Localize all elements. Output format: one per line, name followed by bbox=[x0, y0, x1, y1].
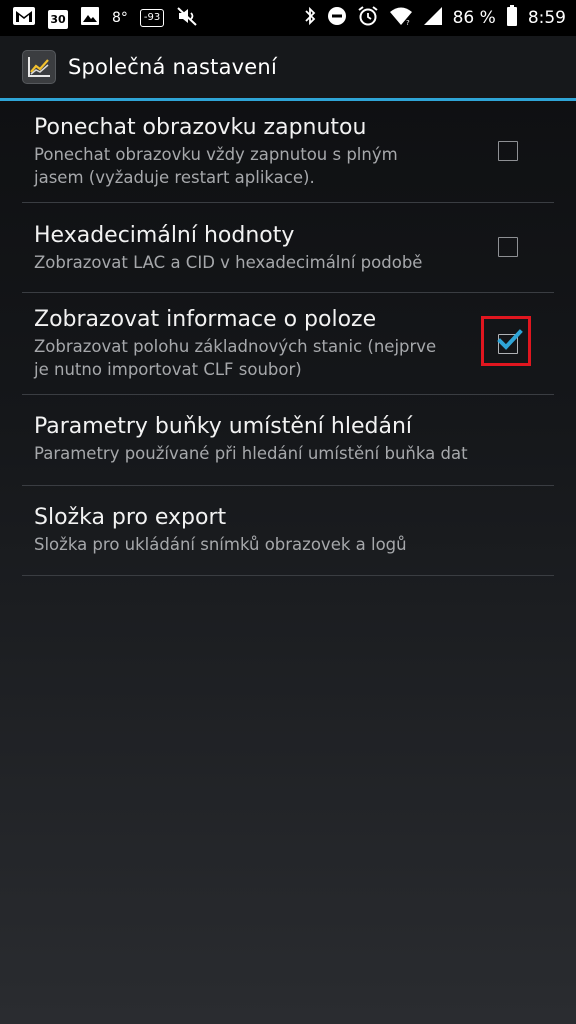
pref-title: Ponechat obrazovku zapnutou bbox=[34, 115, 367, 140]
pref-summary: je nutno importovat CLF soubor) bbox=[34, 360, 302, 379]
battery-icon bbox=[506, 5, 518, 31]
pref-summary: Složka pro ukládání snímků obrazovek a l… bbox=[34, 535, 407, 554]
preference-list: Ponechat obrazovku zapnutou Ponechat obr… bbox=[22, 101, 554, 576]
image-icon bbox=[80, 6, 100, 30]
keep-screen-on-checkbox[interactable] bbox=[498, 141, 518, 161]
calendar-day: 30 bbox=[50, 12, 66, 26]
pref-summary: jasem (vyžaduje restart aplikace). bbox=[34, 168, 315, 187]
pref-summary: Zobrazovat LAC a CID v hexadecimální pod… bbox=[34, 253, 423, 272]
pref-summary: Ponechat obrazovku vždy zapnutou s plným bbox=[34, 145, 398, 164]
pref-keep-screen-on[interactable]: Ponechat obrazovku zapnutou Ponechat obr… bbox=[22, 101, 554, 203]
highlight-box bbox=[481, 316, 531, 366]
action-bar: Společná nastavení bbox=[0, 36, 576, 98]
pref-hex-values[interactable]: Hexadecimální hodnoty Zobrazovat LAC a C… bbox=[22, 203, 554, 293]
do-not-disturb-icon bbox=[327, 6, 347, 30]
clock-text: 8:59 bbox=[527, 8, 566, 28]
status-right: ? 86 % 8:59 bbox=[293, 0, 566, 36]
wifi-icon: ? bbox=[389, 6, 413, 30]
calendar-icon: 30 bbox=[48, 9, 68, 29]
temperature-text: 8° bbox=[112, 10, 128, 26]
pref-export-folder[interactable]: Složka pro export Složka pro ukládání sn… bbox=[22, 486, 554, 576]
alarm-icon bbox=[357, 5, 379, 31]
signal-value-badge: -93 bbox=[139, 9, 165, 27]
hex-values-checkbox[interactable] bbox=[498, 237, 518, 257]
pref-summary: Parametry používané při hledání umístění… bbox=[34, 444, 468, 463]
pref-show-location-info[interactable]: Zobrazovat informace o poloze Zobrazovat… bbox=[22, 293, 554, 395]
status-left: 30 8° -93 bbox=[12, 0, 210, 36]
svg-text:?: ? bbox=[406, 19, 410, 26]
pref-title: Parametry buňky umístění hledání bbox=[34, 414, 413, 439]
gmail-icon bbox=[12, 6, 36, 30]
bluetooth-icon bbox=[303, 6, 317, 30]
pref-search-cell-params[interactable]: Parametry buňky umístění hledání Paramet… bbox=[22, 395, 554, 486]
mute-icon bbox=[176, 6, 198, 30]
pref-title: Zobrazovat informace o poloze bbox=[34, 307, 377, 332]
pref-title: Složka pro export bbox=[34, 505, 227, 530]
battery-text: 86 % bbox=[452, 8, 496, 28]
pref-summary: Zobrazovat polohu základnových stanic (n… bbox=[34, 337, 437, 356]
pref-title: Hexadecimální hodnoty bbox=[34, 223, 295, 248]
chart-line-icon[interactable] bbox=[22, 50, 56, 84]
status-bar: 30 8° -93 ? 86 % 8:59 bbox=[0, 0, 576, 36]
cell-signal-icon bbox=[423, 6, 443, 30]
page-title: Společná nastavení bbox=[68, 55, 277, 79]
